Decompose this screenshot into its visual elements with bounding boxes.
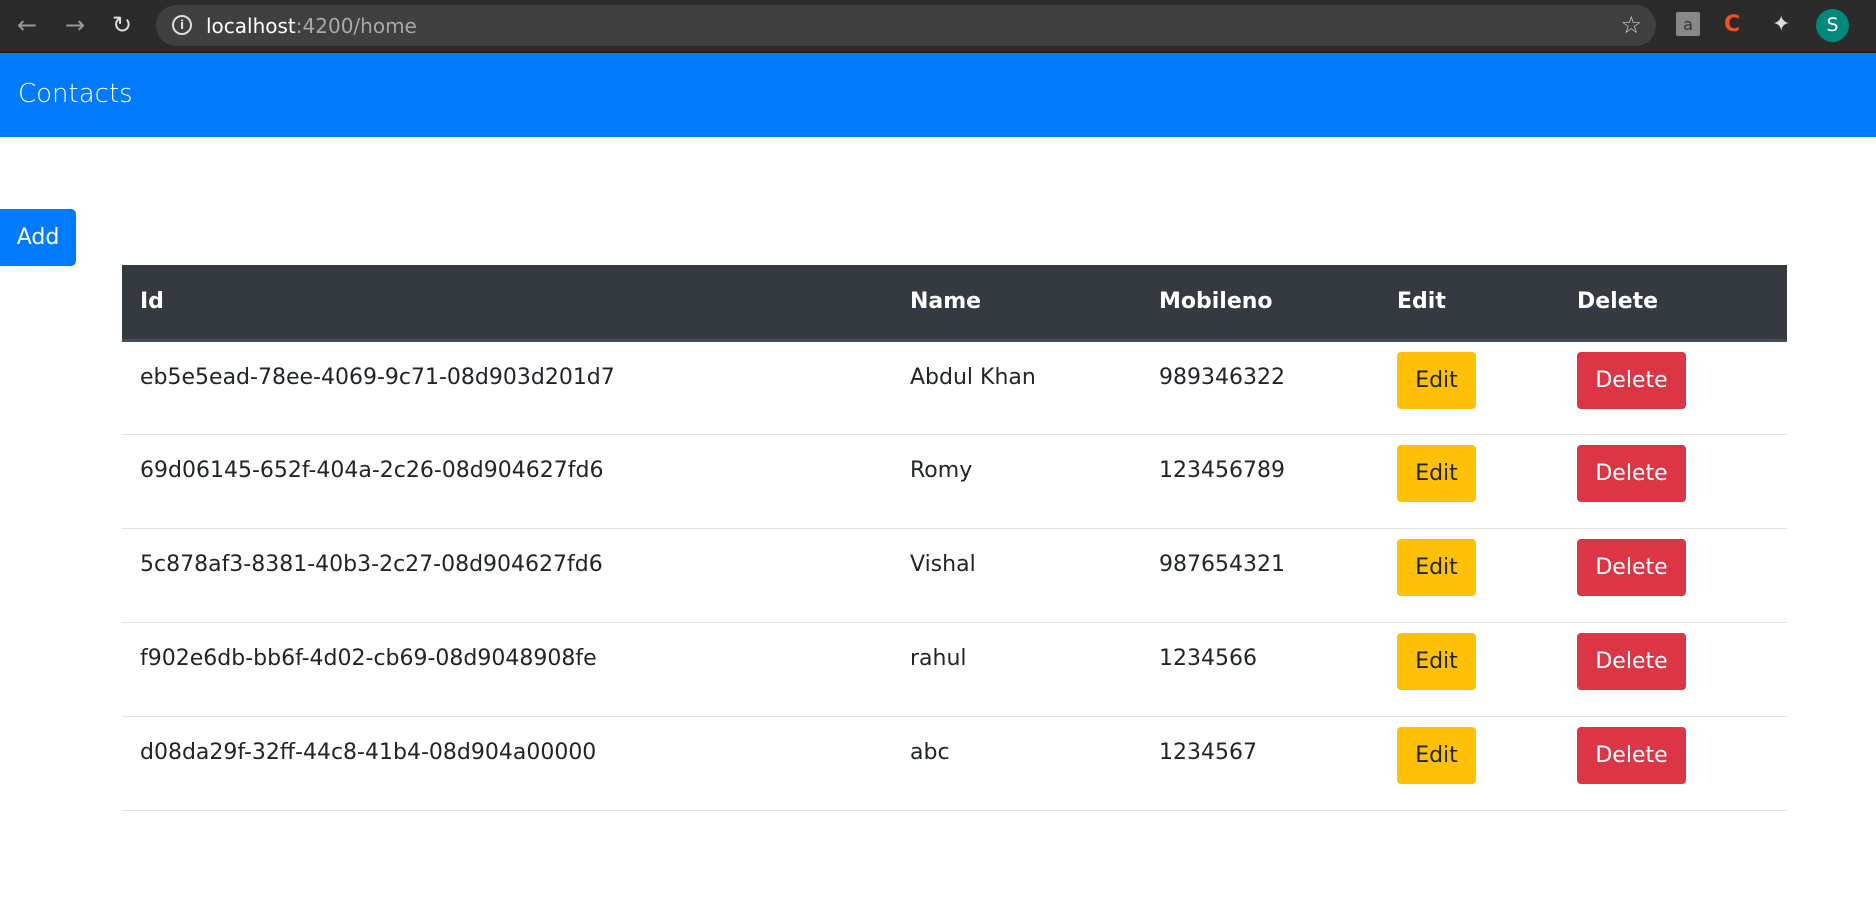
cell-edit: Edit [1379,434,1559,529]
delete-button[interactable]: Delete [1577,538,1686,596]
url-text: localhost:4200/home [206,14,417,38]
cell-name: Vishal [892,528,1141,623]
cell-edit: Edit [1379,716,1559,811]
edit-button[interactable]: Edit [1397,444,1476,502]
address-bar[interactable]: i localhost:4200/home ☆ [156,5,1656,46]
delete-button[interactable]: Delete [1577,444,1686,502]
table-row: 69d06145-652f-404a-2c26-08d904627fd6 Rom… [122,434,1787,529]
cell-name: Romy [892,434,1141,529]
cell-delete: Delete [1559,434,1787,529]
cell-mobile: 989346322 [1141,340,1379,435]
cell-delete: Delete [1559,622,1787,717]
extension-c-icon[interactable]: C [1724,12,1740,38]
navbar: Contacts [0,53,1876,137]
cell-name: abc [892,716,1141,811]
cell-name: Abdul Khan [892,340,1141,435]
delete-button[interactable]: Delete [1577,726,1686,784]
cell-mobile: 1234566 [1141,622,1379,717]
reload-icon[interactable]: ↻ [107,10,137,40]
forward-arrow-icon[interactable]: → [60,10,90,40]
cell-delete: Delete [1559,340,1787,435]
delete-button[interactable]: Delete [1577,351,1686,409]
info-icon[interactable]: i [172,15,192,35]
puzzle-extensions-icon[interactable]: ✦ [1772,12,1790,38]
cell-id: f902e6db-bb6f-4d02-cb69-08d9048908fe [122,622,892,717]
add-button[interactable]: Add [0,209,76,266]
cell-id: 5c878af3-8381-40b3-2c27-08d904627fd6 [122,528,892,623]
cell-delete: Delete [1559,528,1787,623]
cell-mobile: 987654321 [1141,528,1379,623]
table-row: eb5e5ead-78ee-4069-9c71-08d903d201d7 Abd… [122,340,1787,435]
cell-edit: Edit [1379,528,1559,623]
bookmark-star-icon[interactable]: ☆ [1620,11,1642,39]
contacts-table: Id Name Mobileno Edit Delete eb5e5ead-78… [122,265,1787,811]
profile-avatar[interactable]: S [1816,9,1849,42]
extension-bag-icon[interactable]: a [1676,12,1700,36]
edit-button[interactable]: Edit [1397,351,1476,409]
table-header-row: Id Name Mobileno Edit Delete [122,265,1787,342]
edit-button[interactable]: Edit [1397,538,1476,596]
edit-button[interactable]: Edit [1397,726,1476,784]
edit-button[interactable]: Edit [1397,632,1476,690]
cell-mobile: 1234567 [1141,716,1379,811]
header-id: Id [122,265,892,342]
cell-delete: Delete [1559,716,1787,811]
header-delete: Delete [1559,265,1787,342]
cell-id: eb5e5ead-78ee-4069-9c71-08d903d201d7 [122,340,892,435]
navbar-brand[interactable]: Contacts [18,79,133,109]
delete-button[interactable]: Delete [1577,632,1686,690]
header-mobileno: Mobileno [1141,265,1379,342]
cell-id: d08da29f-32ff-44c8-41b4-08d904a00000 [122,716,892,811]
browser-toolbar: ← → ↻ i localhost:4200/home ☆ a C ✦ S [0,0,1876,53]
cell-id: 69d06145-652f-404a-2c26-08d904627fd6 [122,434,892,529]
back-arrow-icon[interactable]: ← [12,10,42,40]
cell-edit: Edit [1379,622,1559,717]
cell-name: rahul [892,622,1141,717]
cell-mobile: 123456789 [1141,434,1379,529]
cell-edit: Edit [1379,340,1559,435]
header-edit: Edit [1379,265,1559,342]
table-row: f902e6db-bb6f-4d02-cb69-08d9048908fe rah… [122,622,1787,717]
table-row: d08da29f-32ff-44c8-41b4-08d904a00000 abc… [122,716,1787,811]
header-name: Name [892,265,1141,342]
table-row: 5c878af3-8381-40b3-2c27-08d904627fd6 Vis… [122,528,1787,623]
